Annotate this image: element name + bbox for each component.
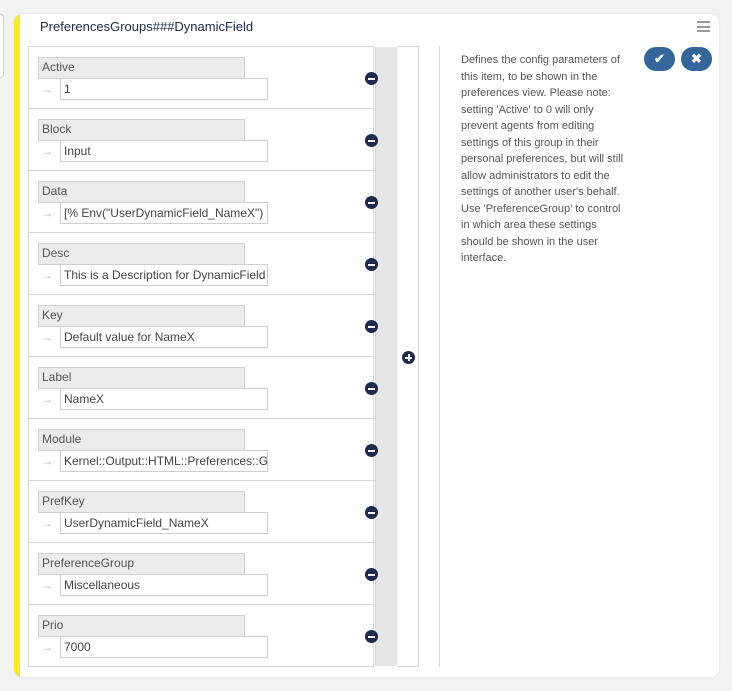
arrow-icon: → — [41, 82, 53, 96]
remove-column — [375, 47, 397, 666]
field-row: PreferenceGroup → Miscellaneous — [29, 543, 375, 605]
field-key[interactable]: Block — [38, 119, 245, 141]
setting-description: Defines the config parameters of this it… — [461, 54, 624, 264]
field-key[interactable]: Data — [38, 181, 245, 203]
remove-entry-icon[interactable] — [365, 72, 378, 85]
remove-entry-icon[interactable] — [365, 630, 378, 643]
field-row: PrefKey → UserDynamicField_NameX — [29, 481, 375, 543]
field-value-input[interactable]: Miscellaneous — [60, 574, 268, 596]
field-row: Data → [% Env("UserDynamicField_NameX") %] — [29, 171, 375, 233]
setting-card: PreferencesGroups###DynamicField Active →… — [14, 14, 719, 677]
hamburger-icon[interactable] — [697, 21, 710, 32]
field-key[interactable]: Desc — [38, 243, 245, 265]
add-entry-icon[interactable] — [402, 351, 415, 364]
field-value-input[interactable]: UserDynamicField_NameX — [60, 512, 268, 534]
side-panel-edge — [0, 14, 4, 78]
field-key[interactable]: Prio — [38, 615, 245, 637]
field-key[interactable]: PrefKey — [38, 491, 245, 513]
arrow-icon: → — [41, 392, 53, 406]
field-value-input[interactable]: [% Env("UserDynamicField_NameX") %] — [60, 202, 268, 224]
arrow-icon: → — [41, 578, 53, 592]
arrow-icon: → — [41, 206, 53, 220]
save-button[interactable]: ✔ — [644, 47, 675, 71]
field-row: Label → NameX — [29, 357, 375, 419]
field-row: Module→ Kernel::Output::HTML::Preferences… — [29, 419, 375, 481]
arrow-icon: → — [41, 516, 53, 530]
field-key[interactable]: Module — [38, 429, 245, 451]
arrow-icon: → — [41, 144, 53, 158]
field-row: Active → 1 — [29, 47, 375, 109]
field-row: Block → Input — [29, 109, 375, 171]
check-icon: ✔ — [654, 51, 665, 66]
field-key[interactable]: Label — [38, 367, 245, 389]
remove-entry-icon[interactable] — [365, 320, 378, 333]
field-value-input[interactable]: Default value for NameX — [60, 326, 268, 348]
arrow-icon: → — [41, 268, 53, 282]
field-row: Key → Default value for NameX — [29, 295, 375, 357]
field-value-input[interactable]: Kernel::Output::HTML::Preferences::Gener… — [60, 450, 268, 472]
setting-title: PreferencesGroups###DynamicField — [40, 19, 254, 34]
field-value-input[interactable]: 7000 — [60, 636, 268, 658]
remove-entry-icon[interactable] — [365, 258, 378, 271]
divider — [439, 46, 440, 667]
remove-entry-icon[interactable] — [365, 196, 378, 209]
field-key[interactable]: Active — [38, 57, 245, 79]
field-value-input[interactable]: Input — [60, 140, 268, 162]
modified-indicator — [14, 14, 20, 677]
close-icon: ✖ — [691, 51, 702, 66]
arrow-icon: → — [41, 454, 53, 468]
remove-entry-icon[interactable] — [365, 444, 378, 457]
remove-entry-icon[interactable] — [365, 134, 378, 147]
field-value-input[interactable]: This is a Description for DynamicField — [60, 264, 268, 286]
cancel-button[interactable]: ✖ — [681, 47, 712, 71]
remove-entry-icon[interactable] — [365, 382, 378, 395]
field-value-input[interactable]: 1 — [60, 78, 268, 100]
hash-fields-container: Active → 1 Block → Input Data → [% Env("UserDyna… — [28, 46, 397, 667]
remove-entry-icon[interactable] — [365, 506, 378, 519]
field-key[interactable]: PreferenceGroup — [38, 553, 245, 575]
field-value-input[interactable]: NameX — [60, 388, 268, 410]
arrow-icon: → — [41, 640, 53, 654]
field-key[interactable]: Key — [38, 305, 245, 327]
field-row: Prio → 7000 — [29, 605, 375, 667]
remove-entry-icon[interactable] — [365, 568, 378, 581]
arrow-icon: → — [41, 330, 53, 344]
field-row: Desc → This is a Description for DynamicFi… — [29, 233, 375, 295]
